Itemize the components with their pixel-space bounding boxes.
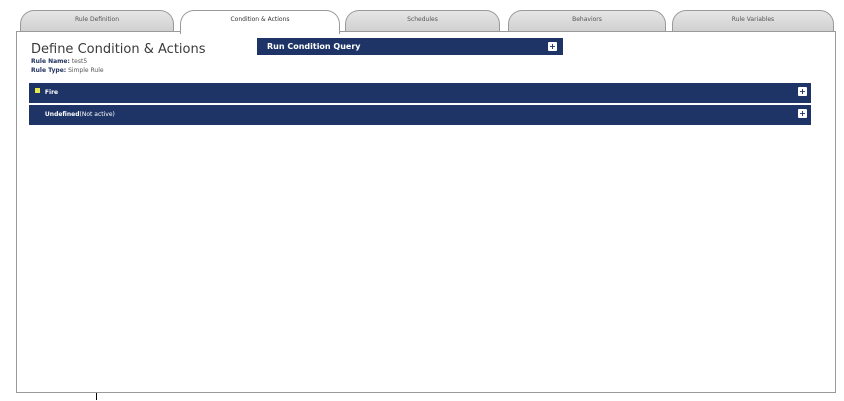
- page-title: Define Condition & Actions: [31, 42, 206, 57]
- run-condition-query-bar[interactable]: Run Condition Query +: [257, 38, 563, 55]
- status-bullet-icon: [35, 110, 40, 115]
- row-title: Undefined: [44, 111, 80, 118]
- rule-type: Rule Type: Simple Rule: [31, 67, 104, 74]
- expand-icon[interactable]: +: [798, 87, 807, 96]
- action-row-fire[interactable]: Fire +: [29, 83, 811, 103]
- row-title: Fire: [44, 89, 59, 96]
- action-row-undefined[interactable]: Undefined(Not active) +: [29, 105, 811, 125]
- tab-behaviors[interactable]: Behaviors: [508, 10, 666, 32]
- tab-label: Schedules: [407, 16, 438, 23]
- expand-icon[interactable]: +: [548, 42, 557, 51]
- tab-rule-definition[interactable]: Rule Definition: [20, 10, 174, 32]
- tab-label: Condition & Actions: [230, 16, 290, 23]
- rule-name-value: test5: [71, 58, 88, 65]
- status-bullet-icon: [35, 88, 40, 93]
- tab-label: Behaviors: [572, 16, 602, 23]
- row-subtitle: (Not active): [79, 111, 115, 118]
- tab-schedules[interactable]: Schedules: [345, 10, 500, 32]
- rule-type-value: Simple Rule: [68, 67, 104, 74]
- rule-type-label: Rule Type:: [31, 67, 67, 74]
- run-condition-query-label: Run Condition Query: [267, 42, 361, 51]
- rule-name: Rule Name: test5: [31, 58, 87, 65]
- rule-name-label: Rule Name:: [31, 58, 70, 65]
- tab-condition-actions[interactable]: Condition & Actions: [180, 10, 340, 34]
- rule-editor: Rule Definition Condition & Actions Sche…: [0, 0, 844, 401]
- tab-label: Rule Definition: [74, 16, 120, 23]
- expand-icon[interactable]: +: [798, 109, 807, 118]
- tab-rule-variables[interactable]: Rule Variables: [672, 10, 834, 32]
- tab-content-panel: Define Condition & Actions Rule Name: te…: [16, 31, 836, 393]
- tab-label: Rule Variables: [731, 16, 775, 23]
